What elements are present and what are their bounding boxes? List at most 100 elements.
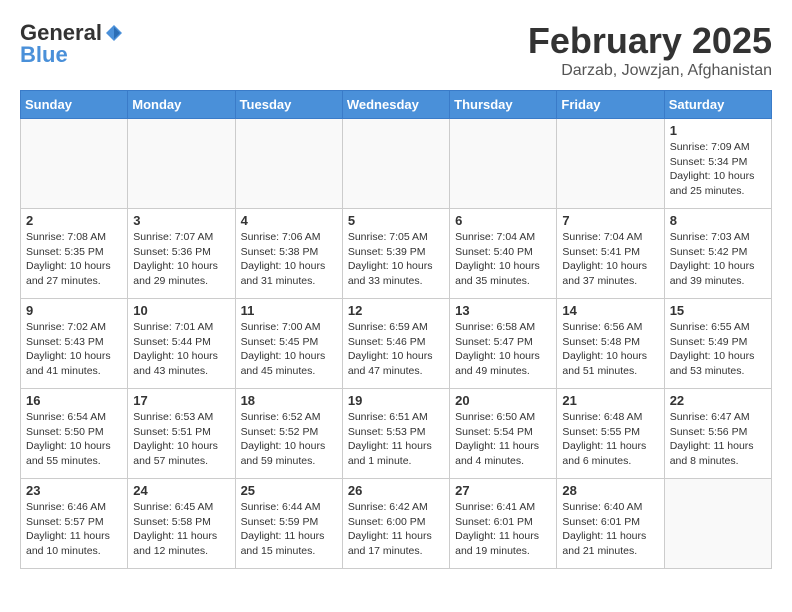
calendar-cell: 6 Sunrise: 7:04 AMSunset: 5:40 PMDaylight… xyxy=(450,209,557,299)
month-title: February 2025 xyxy=(528,20,772,62)
day-info: Sunrise: 7:00 AMSunset: 5:45 PMDaylight:… xyxy=(241,320,337,379)
calendar-cell: 18 Sunrise: 6:52 AMSunset: 5:52 PMDayligh… xyxy=(235,389,342,479)
calendar-cell: 11 Sunrise: 7:00 AMSunset: 5:45 PMDayligh… xyxy=(235,299,342,389)
day-number: 21 xyxy=(562,393,658,408)
calendar-cell: 4 Sunrise: 7:06 AMSunset: 5:38 PMDaylight… xyxy=(235,209,342,299)
day-number: 27 xyxy=(455,483,551,498)
calendar-cell: 28 Sunrise: 6:40 AMSunset: 6:01 PMDayligh… xyxy=(557,479,664,569)
week-row-2: 2Sunrise: 7:08 AMSunset: 5:35 PMDaylight… xyxy=(21,209,772,299)
day-info: Sunrise: 6:53 AMSunset: 5:51 PMDaylight:… xyxy=(133,410,229,469)
calendar-cell: 20 Sunrise: 6:50 AMSunset: 5:54 PMDayligh… xyxy=(450,389,557,479)
day-info: Sunrise: 7:03 AMSunset: 5:42 PMDaylight:… xyxy=(670,230,766,289)
day-number: 17 xyxy=(133,393,229,408)
day-info: Sunrise: 7:06 AMSunset: 5:38 PMDaylight:… xyxy=(241,230,337,289)
day-info: Sunrise: 7:04 AMSunset: 5:41 PMDaylight:… xyxy=(562,230,658,289)
day-number: 13 xyxy=(455,303,551,318)
weekday-header-saturday: Saturday xyxy=(664,91,771,119)
day-info: Sunrise: 6:46 AMSunset: 5:57 PMDaylight:… xyxy=(26,500,122,559)
day-number: 23 xyxy=(26,483,122,498)
day-number: 26 xyxy=(348,483,444,498)
day-number: 9 xyxy=(26,303,122,318)
day-number: 10 xyxy=(133,303,229,318)
calendar-cell: 8 Sunrise: 7:03 AMSunset: 5:42 PMDaylight… xyxy=(664,209,771,299)
day-number: 16 xyxy=(26,393,122,408)
page-header: General Blue February 2025 Darzab, Jowzj… xyxy=(20,20,772,80)
calendar-cell: 22Sunrise: 6:47 AMSunset: 5:56 PMDayligh… xyxy=(664,389,771,479)
calendar-cell: 10 Sunrise: 7:01 AMSunset: 5:44 PMDayligh… xyxy=(128,299,235,389)
day-info: Sunrise: 6:41 AMSunset: 6:01 PMDaylight:… xyxy=(455,500,551,559)
day-info: Sunrise: 7:07 AMSunset: 5:36 PMDaylight:… xyxy=(133,230,229,289)
day-info: Sunrise: 6:44 AMSunset: 5:59 PMDaylight:… xyxy=(241,500,337,559)
week-row-4: 16 Sunrise: 6:54 AMSunset: 5:50 PMDayligh… xyxy=(21,389,772,479)
calendar-cell: 1Sunrise: 7:09 AMSunset: 5:34 PMDaylight… xyxy=(664,119,771,209)
weekday-header-friday: Friday xyxy=(557,91,664,119)
logo: General Blue xyxy=(20,20,126,68)
day-info: Sunrise: 6:58 AMSunset: 5:47 PMDaylight:… xyxy=(455,320,551,379)
calendar-cell: 3 Sunrise: 7:07 AMSunset: 5:36 PMDaylight… xyxy=(128,209,235,299)
day-number: 1 xyxy=(670,123,766,138)
calendar-cell xyxy=(664,479,771,569)
calendar-cell: 16 Sunrise: 6:54 AMSunset: 5:50 PMDayligh… xyxy=(21,389,128,479)
weekday-header-sunday: Sunday xyxy=(21,91,128,119)
week-row-3: 9 Sunrise: 7:02 AMSunset: 5:43 PMDaylight… xyxy=(21,299,772,389)
day-number: 3 xyxy=(133,213,229,228)
day-number: 7 xyxy=(562,213,658,228)
day-info: Sunrise: 6:45 AMSunset: 5:58 PMDaylight:… xyxy=(133,500,229,559)
calendar-cell: 2Sunrise: 7:08 AMSunset: 5:35 PMDaylight… xyxy=(21,209,128,299)
day-info: Sunrise: 6:59 AMSunset: 5:46 PMDaylight:… xyxy=(348,320,444,379)
calendar-cell: 24 Sunrise: 6:45 AMSunset: 5:58 PMDayligh… xyxy=(128,479,235,569)
day-number: 20 xyxy=(455,393,551,408)
day-info: Sunrise: 6:40 AMSunset: 6:01 PMDaylight:… xyxy=(562,500,658,559)
calendar-table: SundayMondayTuesdayWednesdayThursdayFrid… xyxy=(20,90,772,569)
calendar-cell: 26 Sunrise: 6:42 AMSunset: 6:00 PMDayligh… xyxy=(342,479,449,569)
day-number: 14 xyxy=(562,303,658,318)
day-number: 8 xyxy=(670,213,766,228)
calendar-cell: 9 Sunrise: 7:02 AMSunset: 5:43 PMDaylight… xyxy=(21,299,128,389)
day-number: 2 xyxy=(26,213,122,228)
calendar-cell xyxy=(235,119,342,209)
day-number: 19 xyxy=(348,393,444,408)
day-number: 28 xyxy=(562,483,658,498)
day-number: 24 xyxy=(133,483,229,498)
day-number: 6 xyxy=(455,213,551,228)
day-info: Sunrise: 7:04 AMSunset: 5:40 PMDaylight:… xyxy=(455,230,551,289)
calendar-cell: 23 Sunrise: 6:46 AMSunset: 5:57 PMDayligh… xyxy=(21,479,128,569)
calendar-cell: 5Sunrise: 7:05 AMSunset: 5:39 PMDaylight… xyxy=(342,209,449,299)
day-info: Sunrise: 7:02 AMSunset: 5:43 PMDaylight:… xyxy=(26,320,122,379)
week-row-5: 23 Sunrise: 6:46 AMSunset: 5:57 PMDayligh… xyxy=(21,479,772,569)
day-number: 11 xyxy=(241,303,337,318)
day-info: Sunrise: 6:48 AMSunset: 5:55 PMDaylight:… xyxy=(562,410,658,469)
weekday-header-wednesday: Wednesday xyxy=(342,91,449,119)
day-number: 15 xyxy=(670,303,766,318)
day-number: 4 xyxy=(241,213,337,228)
day-number: 25 xyxy=(241,483,337,498)
logo-icon xyxy=(104,23,124,43)
day-info: Sunrise: 6:56 AMSunset: 5:48 PMDaylight:… xyxy=(562,320,658,379)
calendar-cell xyxy=(557,119,664,209)
calendar-cell: 25 Sunrise: 6:44 AMSunset: 5:59 PMDayligh… xyxy=(235,479,342,569)
calendar-cell: 27 Sunrise: 6:41 AMSunset: 6:01 PMDayligh… xyxy=(450,479,557,569)
day-number: 22 xyxy=(670,393,766,408)
calendar-cell xyxy=(342,119,449,209)
calendar-cell: 14 Sunrise: 6:56 AMSunset: 5:48 PMDayligh… xyxy=(557,299,664,389)
location-title: Darzab, Jowzjan, Afghanistan xyxy=(528,62,772,80)
weekday-header-row: SundayMondayTuesdayWednesdayThursdayFrid… xyxy=(21,91,772,119)
day-info: Sunrise: 7:01 AMSunset: 5:44 PMDaylight:… xyxy=(133,320,229,379)
calendar-cell: 21 Sunrise: 6:48 AMSunset: 5:55 PMDayligh… xyxy=(557,389,664,479)
calendar-cell: 12 Sunrise: 6:59 AMSunset: 5:46 PMDayligh… xyxy=(342,299,449,389)
day-info: Sunrise: 6:52 AMSunset: 5:52 PMDaylight:… xyxy=(241,410,337,469)
day-info: Sunrise: 6:42 AMSunset: 6:00 PMDaylight:… xyxy=(348,500,444,559)
day-number: 12 xyxy=(348,303,444,318)
calendar-cell xyxy=(21,119,128,209)
weekday-header-monday: Monday xyxy=(128,91,235,119)
logo-blue: Blue xyxy=(20,42,68,68)
calendar-cell: 19Sunrise: 6:51 AMSunset: 5:53 PMDayligh… xyxy=(342,389,449,479)
week-row-1: 1Sunrise: 7:09 AMSunset: 5:34 PMDaylight… xyxy=(21,119,772,209)
calendar-cell: 13 Sunrise: 6:58 AMSunset: 5:47 PMDayligh… xyxy=(450,299,557,389)
day-info: Sunrise: 6:50 AMSunset: 5:54 PMDaylight:… xyxy=(455,410,551,469)
calendar-cell: 17 Sunrise: 6:53 AMSunset: 5:51 PMDayligh… xyxy=(128,389,235,479)
day-number: 18 xyxy=(241,393,337,408)
day-info: Sunrise: 6:54 AMSunset: 5:50 PMDaylight:… xyxy=(26,410,122,469)
calendar-cell xyxy=(450,119,557,209)
calendar-cell: 15Sunrise: 6:55 AMSunset: 5:49 PMDayligh… xyxy=(664,299,771,389)
